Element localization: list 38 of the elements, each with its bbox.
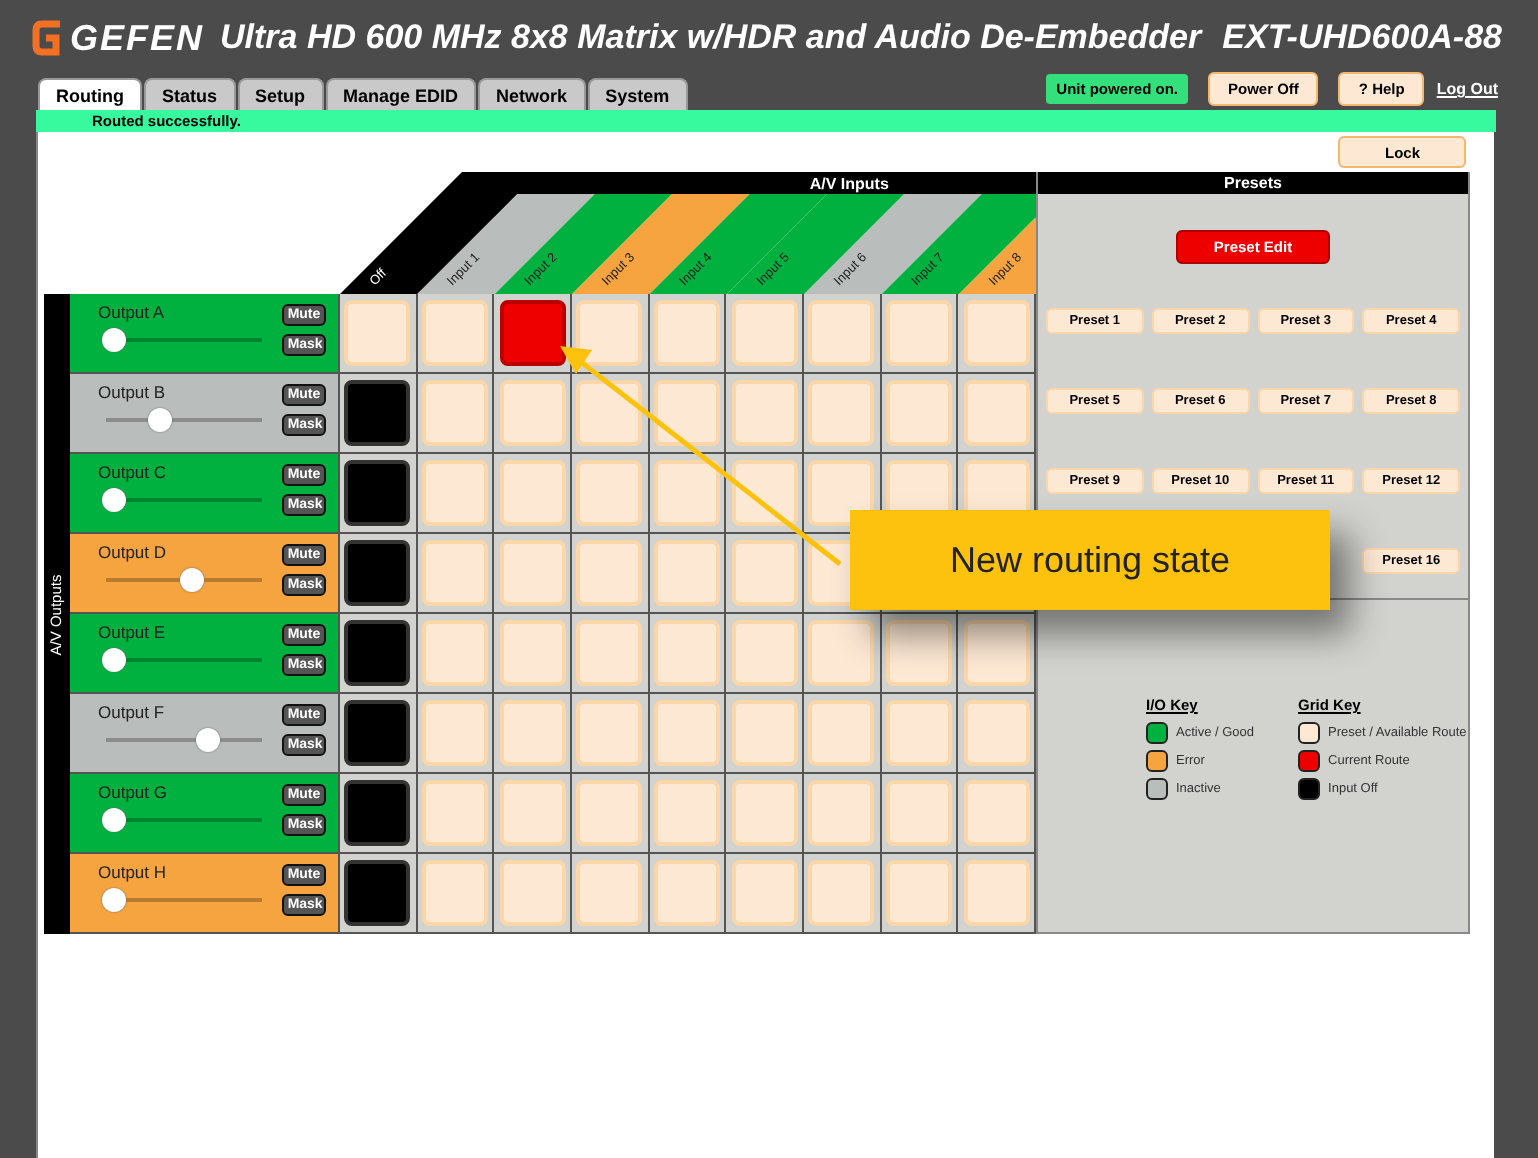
slider-thumb[interactable] [101,808,126,832]
presets-title: Presets [1038,172,1468,194]
output-name: Output H [98,862,169,882]
model-number: EXT-UHD600A-88 [1222,18,1502,58]
output-name: Output F [98,702,167,722]
output-name: Output B [98,382,168,402]
output-name: Output G [98,782,169,802]
slider-thumb[interactable] [101,328,126,352]
route-cell[interactable] [344,700,411,766]
slider-thumb[interactable] [195,728,220,752]
route-cell[interactable] [344,780,411,846]
route-cell[interactable] [344,540,411,606]
callout-tooltip: New routing state [850,510,1330,610]
slider-thumb[interactable] [101,648,126,672]
slider-thumb[interactable] [179,568,204,592]
output-name: Output C [98,462,169,482]
output-name: Output D [98,542,169,562]
brand-name: GEFEN [70,17,205,59]
route-cell[interactable] [344,380,411,446]
output-name: Output E [98,622,168,642]
route-cell[interactable] [499,300,566,366]
route-cell[interactable] [344,460,411,526]
slider-thumb[interactable] [101,888,126,912]
tab[interactable]: Setup [237,78,324,110]
route-cell[interactable] [344,620,411,686]
slider-thumb[interactable] [148,408,173,432]
logo-icon [32,20,64,56]
logout-link[interactable]: Log Out [1436,80,1498,98]
tab[interactable]: Manage EDID [325,78,477,110]
slider-thumb[interactable] [101,488,126,512]
tab[interactable]: Routing [38,78,142,110]
tab[interactable]: System [587,78,688,110]
window-title: Ultra HD 600 MHz 8x8 Matrix w/HDR and Audio De-Embedder [220,18,1205,58]
route-cell[interactable] [344,860,411,926]
tab[interactable]: Network [478,78,586,110]
output-name: Output A [98,302,167,322]
inputs-header-bar: A/V Inputs [440,172,1036,194]
tab[interactable]: Status [144,78,236,110]
